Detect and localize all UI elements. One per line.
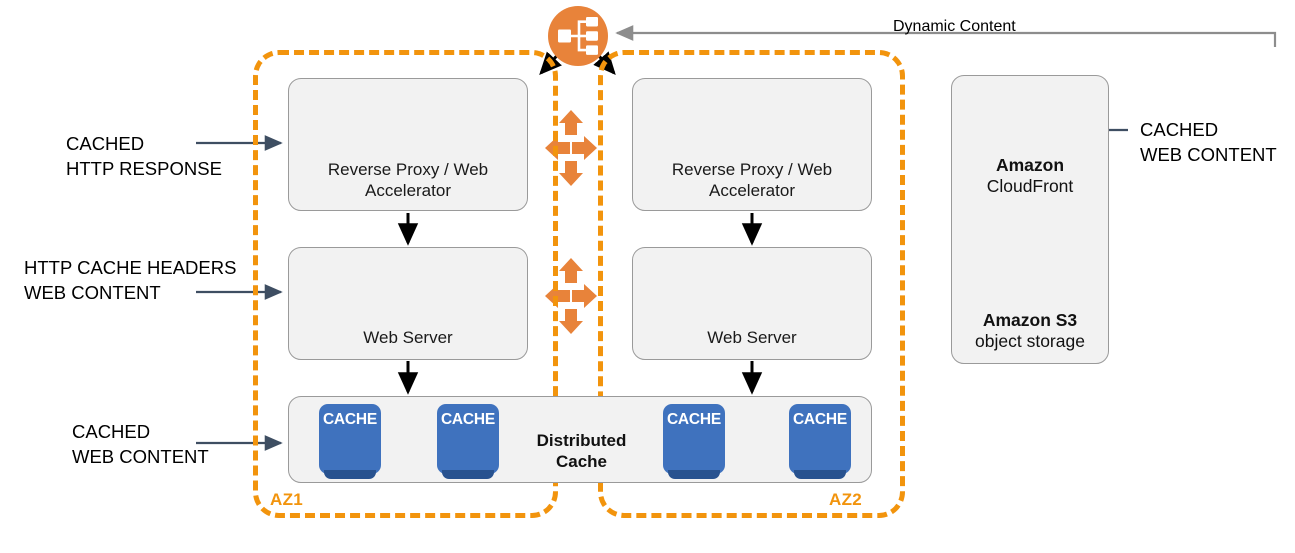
az1-web-server-label: Web Server: [363, 328, 453, 347]
cache-node-label: CACHE: [440, 411, 496, 428]
cache-node-body: CACHE: [663, 404, 725, 474]
cache-node-az2-a[interactable]: CACHE: [663, 404, 725, 480]
az2-web-server-label: Web Server: [707, 328, 797, 347]
cache-node-label: CACHE: [792, 411, 848, 428]
cache-node-body: CACHE: [789, 404, 851, 474]
callout-cached-web-content-left: CACHED WEB CONTENT: [72, 421, 209, 467]
s3-brand: Amazon S3: [982, 310, 1078, 330]
az2-reverse-proxy-label: Reverse Proxy / Web Accelerator: [671, 160, 833, 200]
callout-dynamic-content: Dynamic Content: [893, 18, 1016, 35]
callout-cached-web-content-right: CACHED WEB CONTENT: [1140, 119, 1277, 165]
cloudfront-product: CloudFront: [986, 176, 1074, 196]
cache-node-base: [794, 470, 846, 479]
cache-node-body: CACHE: [437, 404, 499, 474]
cloudfront-name: Amazon CloudFront: [951, 155, 1109, 197]
cache-node-body: CACHE: [319, 404, 381, 474]
cache-node-az1-b[interactable]: CACHE: [437, 404, 499, 480]
az2-label: AZ2: [829, 490, 863, 509]
az2-web-server-box[interactable]: Web Server: [632, 247, 872, 360]
elastic-load-balancer-icon: [548, 6, 608, 66]
distributed-cache-label: Distributed Cache: [536, 431, 627, 471]
cache-node-base: [668, 470, 720, 479]
az1-reverse-proxy-label: Reverse Proxy / Web Accelerator: [327, 160, 489, 200]
az2-reverse-proxy-box[interactable]: Reverse Proxy / Web Accelerator: [632, 78, 872, 211]
callout-http-cache-headers: HTTP CACHE HEADERS WEB CONTENT: [24, 257, 237, 303]
s3-name: Amazon S3 object storage: [951, 310, 1109, 352]
cache-node-base: [324, 470, 376, 479]
cache-node-az1-a[interactable]: CACHE: [319, 404, 381, 480]
s3-product: object storage: [975, 331, 1085, 351]
az1-web-server-box[interactable]: Web Server: [288, 247, 528, 360]
cache-node-label: CACHE: [666, 411, 722, 428]
callout-cached-http-response: CACHED HTTP RESPONSE: [66, 133, 222, 179]
diagram-canvas: AZ1 AZ2 Reverse Proxy / Web Accelerator …: [0, 0, 1295, 553]
cache-node-base: [442, 470, 494, 479]
az1-label: AZ1: [270, 490, 304, 509]
cache-node-label: CACHE: [322, 411, 378, 428]
cache-node-az2-b[interactable]: CACHE: [789, 404, 851, 480]
cloudfront-brand: Amazon: [995, 155, 1065, 175]
az1-reverse-proxy-box[interactable]: Reverse Proxy / Web Accelerator: [288, 78, 528, 211]
